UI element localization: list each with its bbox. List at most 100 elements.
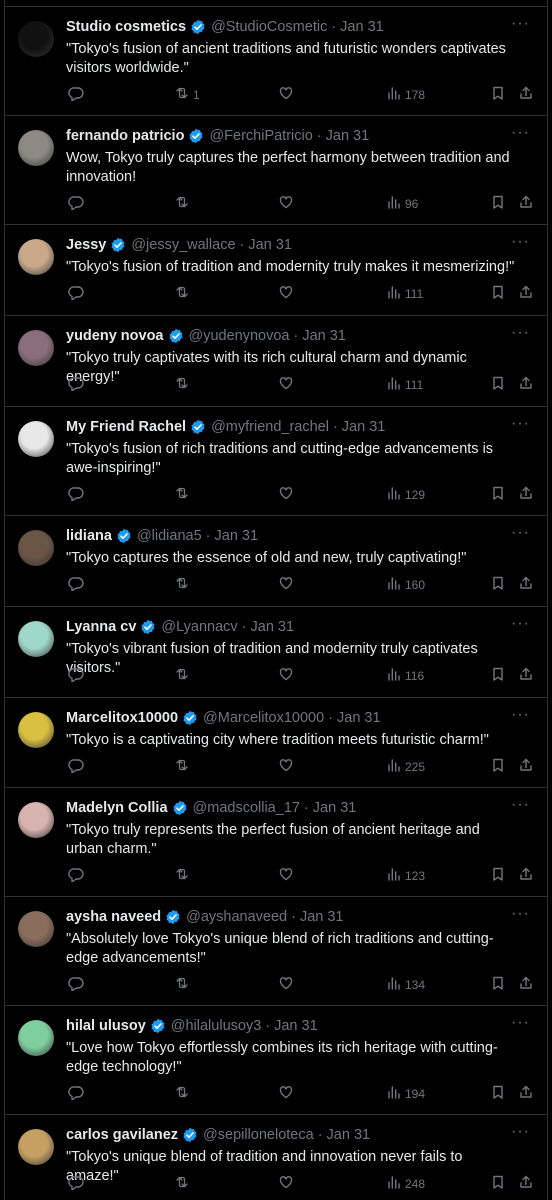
avatar[interactable] xyxy=(18,21,54,57)
author-handle[interactable]: @sepilloneloteca xyxy=(203,1127,314,1143)
tweet[interactable]: carlos gavilanez @sepilloneloteca · Jan 31 ·… xyxy=(4,1114,548,1200)
bookmark-button[interactable] xyxy=(490,666,506,685)
author-name[interactable]: hilal ulusoy xyxy=(66,1018,146,1034)
tweet[interactable]: Jessy @jessy_wallace · Jan 31 ··· "Tokyo's fu… xyxy=(4,224,548,315)
author-name[interactable]: Madelyn Collia xyxy=(66,800,168,816)
more-options-icon[interactable]: ··· xyxy=(511,525,530,541)
tweet-date[interactable]: Jan 31 xyxy=(337,710,381,726)
author-handle[interactable]: @jessy_wallace xyxy=(131,237,235,253)
tweet[interactable]: hilal ulusoy @hilalulusoy3 · Jan 31 ··· "Love… xyxy=(4,1005,548,1114)
views-button[interactable]: 116 xyxy=(386,666,424,685)
share-button[interactable] xyxy=(518,575,534,594)
avatar[interactable] xyxy=(18,330,54,366)
author-name[interactable]: Jessy xyxy=(66,237,106,253)
reply-button[interactable] xyxy=(68,1084,87,1103)
views-button[interactable]: 129 xyxy=(386,485,425,504)
author-handle[interactable]: @lidiana5 xyxy=(137,528,202,544)
retweet-button[interactable] xyxy=(174,575,193,594)
avatar[interactable] xyxy=(18,911,54,947)
more-options-icon[interactable]: ··· xyxy=(511,906,530,922)
bookmark-button[interactable] xyxy=(490,1174,506,1193)
reply-button[interactable] xyxy=(68,85,87,104)
reply-button[interactable] xyxy=(68,666,87,685)
author-name[interactable]: My Friend Rachel xyxy=(66,419,186,435)
retweet-button[interactable] xyxy=(174,375,193,394)
author-name[interactable]: Studio cosmetics xyxy=(66,19,186,35)
author-name[interactable]: Marcelitox10000 xyxy=(66,710,178,726)
reply-button[interactable] xyxy=(68,375,87,394)
share-button[interactable] xyxy=(518,866,534,885)
tweet-date[interactable]: Jan 31 xyxy=(326,128,370,144)
more-options-icon[interactable]: ··· xyxy=(511,234,530,250)
share-button[interactable] xyxy=(518,666,534,685)
like-button[interactable] xyxy=(278,85,297,104)
tweet-date[interactable]: Jan 31 xyxy=(248,237,292,253)
reply-button[interactable] xyxy=(68,866,87,885)
tweet[interactable]: Marcelitox10000 @Marcelitox10000 · Jan 31 ··… xyxy=(4,697,548,787)
share-button[interactable] xyxy=(518,485,534,504)
more-options-icon[interactable]: ··· xyxy=(511,125,530,141)
tweet-date[interactable]: Jan 31 xyxy=(215,528,259,544)
like-button[interactable] xyxy=(278,284,297,303)
retweet-button[interactable] xyxy=(174,1174,193,1193)
bookmark-button[interactable] xyxy=(490,375,506,394)
views-button[interactable]: 178 xyxy=(386,85,425,104)
like-button[interactable] xyxy=(278,194,297,213)
tweet-date[interactable]: Jan 31 xyxy=(342,419,386,435)
like-button[interactable] xyxy=(278,1174,297,1193)
author-handle[interactable]: @yudenynovoa xyxy=(189,328,290,344)
views-button[interactable]: 111 xyxy=(386,375,423,394)
more-options-icon[interactable]: ··· xyxy=(511,707,530,723)
avatar[interactable] xyxy=(18,1129,54,1165)
views-button[interactable]: 134 xyxy=(386,975,425,994)
avatar[interactable] xyxy=(18,802,54,838)
retweet-button[interactable] xyxy=(174,485,193,504)
author-handle[interactable]: @ayshanaveed xyxy=(186,909,287,925)
share-button[interactable] xyxy=(518,1174,534,1193)
tweet-date[interactable]: Jan 31 xyxy=(302,328,346,344)
retweet-button[interactable] xyxy=(174,975,193,994)
like-button[interactable] xyxy=(278,666,297,685)
tweet[interactable]: lidiana @lidiana5 · Jan 31 ··· "Tokyo capture… xyxy=(4,515,548,606)
retweet-button[interactable] xyxy=(174,284,193,303)
share-button[interactable] xyxy=(518,757,534,776)
reply-button[interactable] xyxy=(68,575,87,594)
tweet-date[interactable]: Jan 31 xyxy=(313,800,357,816)
author-name[interactable]: lidiana xyxy=(66,528,112,544)
like-button[interactable] xyxy=(278,375,297,394)
reply-button[interactable] xyxy=(68,284,87,303)
like-button[interactable] xyxy=(278,757,297,776)
author-handle[interactable]: @Marcelitox10000 xyxy=(203,710,324,726)
tweet[interactable]: Madelyn Collia @madscollia_17 · Jan 31 ··· "T… xyxy=(4,787,548,896)
more-options-icon[interactable]: ··· xyxy=(511,1015,530,1031)
author-name[interactable]: carlos gavilanez xyxy=(66,1127,178,1143)
reply-button[interactable] xyxy=(68,757,87,776)
reply-button[interactable] xyxy=(68,194,87,213)
share-button[interactable] xyxy=(518,975,534,994)
tweet-date[interactable]: Jan 31 xyxy=(327,1127,371,1143)
author-handle[interactable]: @Lyannacv xyxy=(161,619,237,635)
views-button[interactable]: 123 xyxy=(386,866,425,885)
tweet[interactable]: fernando patricio @FerchiPatricio · Jan 31 ·… xyxy=(4,115,548,224)
avatar[interactable] xyxy=(18,1020,54,1056)
more-options-icon[interactable]: ··· xyxy=(511,416,530,432)
tweet[interactable]: aysha naveed @ayshanaveed · Jan 31 ··· "Absol… xyxy=(4,896,548,1005)
more-options-icon[interactable]: ··· xyxy=(511,16,530,32)
tweet[interactable]: Studio cosmetics @StudioCosmetic · Jan 31 ··… xyxy=(4,6,548,115)
retweet-button[interactable] xyxy=(174,866,193,885)
bookmark-button[interactable] xyxy=(490,975,506,994)
views-button[interactable]: 194 xyxy=(386,1084,425,1103)
bookmark-button[interactable] xyxy=(490,194,506,213)
like-button[interactable] xyxy=(278,866,297,885)
author-name[interactable]: aysha naveed xyxy=(66,909,161,925)
retweet-button[interactable]: 1 xyxy=(174,85,200,104)
views-button[interactable]: 160 xyxy=(386,575,425,594)
like-button[interactable] xyxy=(278,1084,297,1103)
like-button[interactable] xyxy=(278,485,297,504)
share-button[interactable] xyxy=(518,375,534,394)
author-handle[interactable]: @FerchiPatricio xyxy=(209,128,312,144)
tweet-date[interactable]: Jan 31 xyxy=(274,1018,318,1034)
author-name[interactable]: yudeny novoa xyxy=(66,328,164,344)
author-handle[interactable]: @myfriend_rachel xyxy=(211,419,329,435)
bookmark-button[interactable] xyxy=(490,284,506,303)
